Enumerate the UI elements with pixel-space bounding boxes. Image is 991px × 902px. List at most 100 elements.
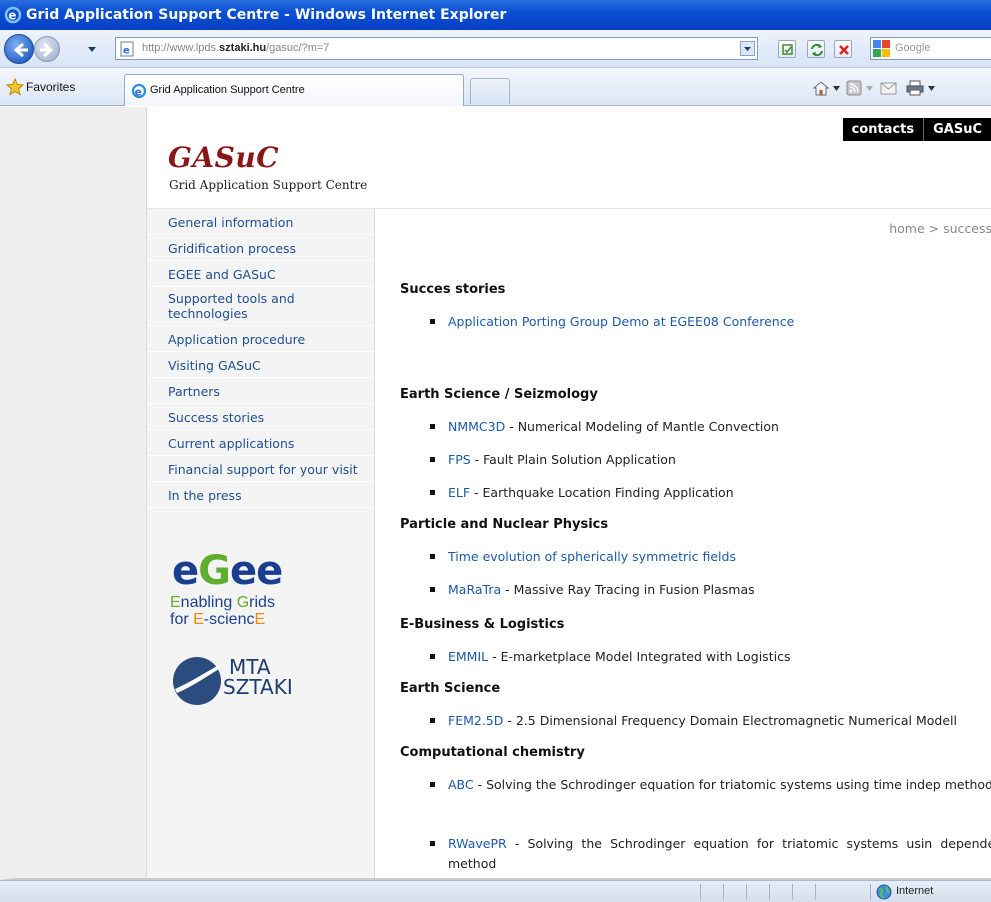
- section-title: Earth Science / Seizmology: [400, 387, 598, 402]
- item-link[interactable]: FEM2.5D: [448, 713, 503, 728]
- main-content: home > success Succes stories Applicatio…: [375, 209, 991, 878]
- feeds-icon[interactable]: [846, 80, 864, 96]
- item-description: - Fault Plain Solution Application: [470, 452, 676, 467]
- list-item: NMMC3D - Numerical Modeling of Mantle Co…: [430, 417, 779, 437]
- compatibility-view-button[interactable]: [778, 40, 796, 58]
- sidebar-item-financial-support[interactable]: Financial support for your visit: [147, 456, 374, 482]
- list-item: FPS - Fault Plain Solution Application: [430, 450, 676, 470]
- sidebar-item-current-applications[interactable]: Current applications: [147, 430, 374, 456]
- egee-logo[interactable]: eGee Enabling Grids for E-sciencE: [169, 551, 299, 631]
- contacts-link[interactable]: contacts: [843, 118, 924, 141]
- sidebar-item-visiting-gasuc[interactable]: Visiting GASuC: [147, 352, 374, 378]
- status-divider: [870, 884, 871, 900]
- mta-sztaki-logo[interactable]: MTA SZTAKI: [171, 653, 293, 709]
- back-arrow-icon: [13, 42, 28, 58]
- sidebar-item-in-the-press[interactable]: In the press: [147, 482, 374, 508]
- page-icon: e: [120, 41, 134, 57]
- sidebar-item-supported-tools[interactable]: Supported tools and technologies: [147, 287, 374, 326]
- window-title: Grid Application Support Centre - Window…: [26, 7, 507, 23]
- section-title: Computational chemistry: [400, 745, 585, 760]
- egee-logo-tagline-1: Enabling Grids: [170, 594, 275, 611]
- list-item: EMMIL - E-marketplace Model Integrated w…: [430, 647, 790, 667]
- browser-viewport: contacts GASuC GASuC Grid Application Sup…: [0, 107, 991, 880]
- svg-text:e: e: [135, 86, 142, 98]
- section-title: Earth Science: [400, 681, 501, 696]
- item-link[interactable]: ELF: [448, 485, 470, 500]
- compatibility-icon: [782, 44, 793, 55]
- home-icon[interactable]: [812, 80, 830, 96]
- url-domain: sztaki.hu: [219, 42, 267, 54]
- ie-tab-icon: e: [131, 83, 147, 98]
- favorites-bar: Favorites e Grid Application Support Cen…: [0, 68, 991, 106]
- back-button[interactable]: [4, 34, 34, 64]
- search-field[interactable]: Google: [870, 37, 991, 60]
- item-link[interactable]: Application Porting Group Demo at EGEE08…: [448, 314, 794, 329]
- item-link[interactable]: ABC: [448, 777, 474, 792]
- security-zone[interactable]: Internet: [874, 881, 933, 902]
- bullet-icon: [430, 782, 435, 787]
- list-item: ABC - Solving the Schrodinger equation f…: [430, 775, 991, 795]
- feeds-dropdown-icon[interactable]: [866, 86, 873, 91]
- recent-pages-dropdown-icon[interactable]: [87, 44, 97, 54]
- section-title: E-Business & Logistics: [400, 617, 565, 632]
- status-divider: [700, 884, 701, 900]
- forward-button[interactable]: [34, 36, 60, 62]
- url-suffix: /gasuc/?m=7: [266, 42, 330, 54]
- sidebar-item-egee-and-gasuc[interactable]: EGEE and GASuC: [147, 261, 374, 287]
- address-field[interactable]: e http://www.lpds.sztaki.hu/gasuc/?m=7: [115, 37, 758, 60]
- item-link[interactable]: NMMC3D: [448, 419, 505, 434]
- sidebar-menu: General information Gridification proces…: [147, 209, 375, 878]
- stop-button[interactable]: [834, 40, 852, 58]
- gasuc-link[interactable]: GASuC: [924, 118, 991, 141]
- item-description: - Earthquake Location Finding Applicatio…: [470, 485, 734, 500]
- refresh-icon: [811, 43, 823, 57]
- internet-explorer-icon: e: [4, 6, 22, 24]
- section-title: Succes stories: [400, 282, 506, 297]
- item-link[interactable]: EMMIL: [448, 649, 488, 664]
- favorites-label: Favorites: [26, 80, 76, 94]
- address-toolbar: e http://www.lpds.sztaki.hu/gasuc/?m=7 G…: [0, 30, 991, 68]
- refresh-button[interactable]: [807, 40, 825, 58]
- list-item: MaRaTra - Massive Ray Tracing in Fusion …: [430, 580, 755, 600]
- favorites-button[interactable]: Favorites: [4, 76, 75, 98]
- egee-tag-for: for: [170, 611, 194, 628]
- bullet-icon: [430, 457, 435, 462]
- egee-logo-word: eGee: [172, 548, 283, 594]
- sidebar-item-success-stories[interactable]: Success stories: [147, 404, 374, 430]
- item-link[interactable]: Time evolution of spherically symmetric …: [448, 549, 736, 564]
- egee-logo-ee: ee: [229, 548, 283, 594]
- address-dropdown-icon[interactable]: [740, 41, 755, 56]
- browser-tab-active[interactable]: e Grid Application Support Centre: [124, 74, 464, 106]
- google-icon: [873, 40, 890, 57]
- site-logo-title[interactable]: GASuC: [168, 141, 279, 174]
- site-logo-subtitle: Grid Application Support Centre: [169, 178, 368, 192]
- new-tab-button[interactable]: [470, 78, 510, 104]
- egee-logo-g: G: [198, 548, 231, 594]
- tab-title: Grid Application Support Centre: [150, 84, 305, 96]
- read-mail-icon[interactable]: [880, 80, 898, 96]
- item-description: - Solving the Schrodinger equation for t…: [473, 777, 991, 792]
- egee-logo-e: e: [172, 548, 199, 594]
- item-description: - Solving the Schrodinger equation for t…: [448, 836, 991, 871]
- item-link[interactable]: MaRaTra: [448, 582, 501, 597]
- sidebar-item-general-information[interactable]: General information: [147, 209, 374, 235]
- status-bar: Internet: [0, 880, 991, 902]
- egee-tag-e: E: [170, 594, 181, 611]
- item-link[interactable]: RWavePR: [448, 836, 507, 851]
- print-icon[interactable]: [906, 80, 924, 96]
- svg-text:e: e: [8, 9, 16, 23]
- egee-logo-tagline-2: for E-sciencE: [170, 611, 265, 628]
- item-description: - 2.5 Dimensional Frequency Domain Elect…: [503, 713, 957, 728]
- search-placeholder: Google: [895, 42, 931, 54]
- breadcrumb[interactable]: home > success: [889, 221, 991, 236]
- window-title-bar: e Grid Application Support Centre - Wind…: [0, 0, 991, 30]
- bullet-icon: [430, 718, 435, 723]
- stop-icon: [839, 45, 849, 55]
- home-dropdown-icon[interactable]: [833, 86, 840, 91]
- sidebar-item-gridification-process[interactable]: Gridification process: [147, 235, 374, 261]
- print-dropdown-icon[interactable]: [928, 86, 935, 91]
- sidebar-item-partners[interactable]: Partners: [147, 378, 374, 404]
- item-link[interactable]: FPS: [448, 452, 471, 467]
- list-item: Time evolution of spherically symmetric …: [430, 547, 736, 567]
- sidebar-item-application-procedure[interactable]: Application procedure: [147, 326, 374, 352]
